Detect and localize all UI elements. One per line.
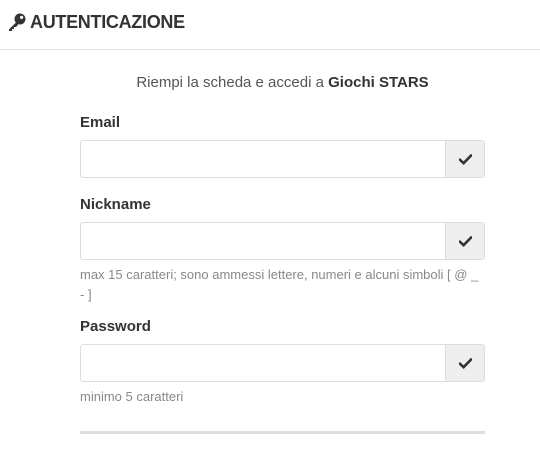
form-divider [80, 431, 485, 434]
key-icon [9, 13, 26, 31]
auth-header: AUTENTICAZIONE [0, 0, 540, 50]
email-input-group [80, 140, 485, 178]
password-status-addon [445, 345, 484, 381]
brand-name: Giochi STARS [328, 74, 429, 91]
password-field[interactable] [81, 345, 446, 381]
password-input-group [80, 344, 485, 382]
intro-prefix: Riempi la scheda e accedi a [136, 74, 329, 91]
nickname-status-addon [445, 223, 484, 259]
intro-text: Riempi la scheda e accedi a Giochi STARS [0, 74, 540, 92]
nickname-field[interactable] [81, 223, 446, 259]
check-icon [458, 153, 472, 165]
check-icon [458, 235, 472, 247]
email-field[interactable] [81, 141, 446, 177]
check-icon [458, 357, 472, 369]
password-help-text: minimo 5 caratteri [80, 389, 184, 404]
page-title: AUTENTICAZIONE [30, 12, 185, 32]
email-label: Email [80, 114, 121, 131]
nickname-help-text: max 15 caratteri; sono ammessi lettere, … [80, 267, 479, 302]
email-status-addon [445, 141, 484, 177]
nickname-input-group [80, 222, 485, 260]
password-label: Password [80, 318, 151, 335]
nickname-label: Nickname [80, 196, 151, 213]
